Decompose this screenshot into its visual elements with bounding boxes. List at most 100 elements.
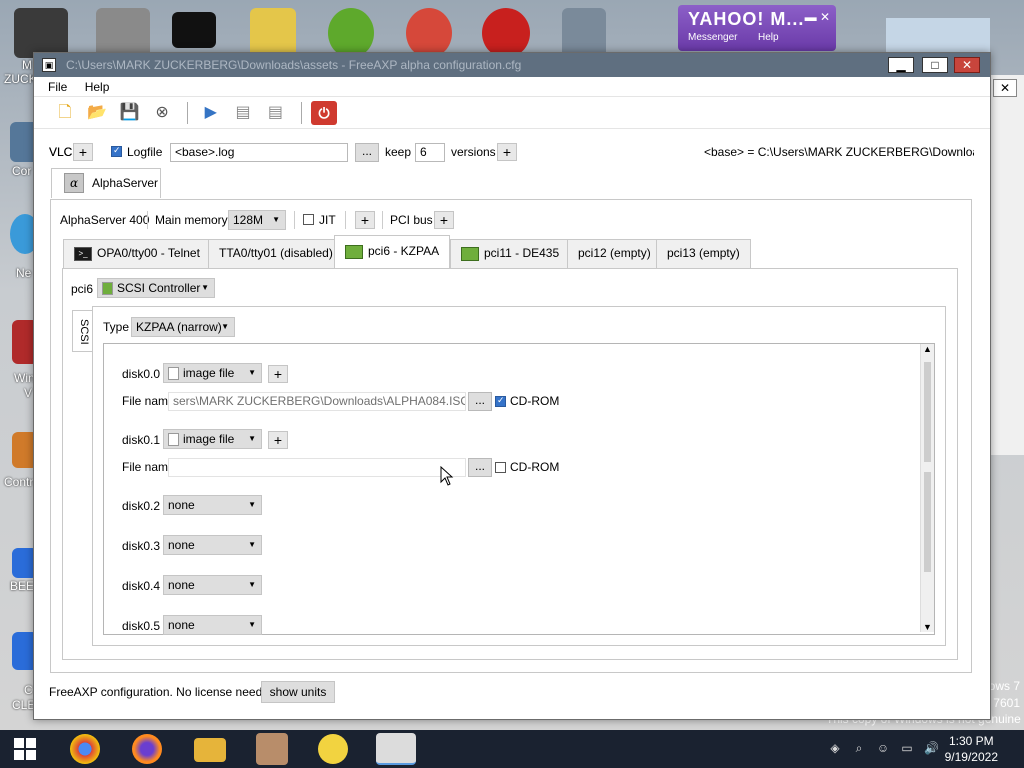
desktop-label: C [24, 683, 33, 697]
yahoo-messenger-widget[interactable]: YAHOO! M... Messenger Help ▬ ✕ [678, 5, 836, 51]
cmd-icon[interactable] [172, 12, 216, 48]
app-icon[interactable] [256, 733, 288, 765]
disk0-1-cdrom-checkbox[interactable] [495, 462, 506, 473]
jit-add-button[interactable]: + [355, 211, 375, 229]
disk0-1-browse-button[interactable]: ... [468, 458, 492, 477]
action-center-icon[interactable]: ▭ [900, 741, 914, 755]
chevron-down-icon: ▼ [248, 368, 256, 377]
logfile-input[interactable]: <base>.log [170, 143, 348, 162]
computer-icon[interactable] [562, 8, 606, 58]
background-window[interactable]: ✕ [990, 75, 1024, 455]
firefox-icon[interactable] [132, 734, 162, 764]
disk0-0-cdrom-checkbox[interactable] [495, 395, 506, 407]
desktop-shortcut-icon[interactable] [14, 8, 68, 58]
disk0-5-type-select[interactable]: none ▼ [163, 615, 262, 635]
close-button[interactable]: ✕ [954, 57, 980, 73]
memory-value: 128M [233, 213, 264, 227]
jit-checkbox[interactable] [303, 214, 314, 225]
show-units-button[interactable]: show units [261, 681, 335, 703]
freeaxp-task-icon[interactable] [376, 733, 416, 765]
status-text: FreeAXP configuration. No license needed… [49, 685, 279, 699]
desktop-label: BEE [10, 579, 35, 593]
disk-type-value: none [168, 538, 195, 552]
scroll-down-icon[interactable]: ▼ [923, 622, 932, 632]
network-tray-icon[interactable]: ◈ [828, 741, 842, 755]
disk-type-value: image file [183, 432, 235, 446]
disk-label: disk0.3 [122, 539, 161, 553]
disk-type-value: none [168, 498, 195, 512]
tab-pci11[interactable]: pci11 - DE435 [450, 239, 571, 268]
vlc-add-button[interactable]: + [73, 143, 93, 161]
tab-tta0[interactable]: TTA0/tty01 (disabled) [208, 239, 344, 268]
search-icon[interactable]: ⌕ [852, 741, 866, 755]
file-icon [168, 367, 179, 381]
tab-scsi-label: SCSI [78, 319, 90, 345]
file-explorer-icon[interactable] [194, 738, 226, 762]
desktop-label: M [22, 58, 32, 72]
disk0-2-type-select[interactable]: none ▼ [163, 495, 262, 515]
chat-tray-icon[interactable]: ☺ [876, 741, 890, 755]
desktop-shortcut-icon[interactable] [96, 8, 150, 58]
volume-icon[interactable]: 🔊 [924, 741, 939, 755]
disk-list-scrollbar[interactable]: ▲ ▼ [920, 344, 934, 632]
disk0-0-file-input[interactable]: sers\MARK ZUCKERBERG\Downloads\ALPHA084.… [168, 392, 466, 411]
tab-pci12[interactable]: pci12 (empty) [567, 239, 662, 268]
angry-birds-icon[interactable] [328, 8, 374, 58]
chevron-down-icon: ▼ [248, 580, 256, 589]
scsi-type-value: KZPAA (narrow) [136, 320, 222, 334]
keep-versions-input[interactable]: 6 [415, 143, 445, 162]
scrollbar-track[interactable] [924, 472, 931, 572]
pci-bus-add-button[interactable]: + [434, 211, 454, 229]
chevron-down-icon: ▼ [248, 500, 256, 509]
yahoo-messenger-icon[interactable] [318, 734, 348, 764]
scsi-type-select[interactable]: KZPAA (narrow) ▼ [131, 317, 235, 337]
tab-alphaserver[interactable]: α AlphaServer [51, 168, 161, 198]
clock[interactable]: 1:30 PM 9/19/2022 [945, 733, 998, 765]
date-label: 9/19/2022 [944, 750, 998, 764]
server-model: AlphaServer 400 [60, 213, 150, 227]
yahoo-messenger-label[interactable]: Messenger [688, 32, 737, 43]
base-path-info: <base> = C:\Users\MARK ZUCKERBERG\Downlo… [704, 145, 974, 159]
tab-opa0[interactable]: >_ OPA0/tty00 - Telnet [63, 239, 211, 268]
memory-select[interactable]: 128M ▼ [228, 210, 286, 230]
controller-select[interactable]: SCSI Controller ▼ [97, 278, 215, 298]
disk0-0-add-button[interactable]: + [268, 365, 288, 383]
tab-scsi[interactable]: SCSI [72, 310, 92, 352]
disk0-3-type-select[interactable]: none ▼ [163, 535, 262, 555]
scroll-up-icon[interactable]: ▲ [923, 344, 932, 354]
minimize-button[interactable]: ▁ [888, 57, 914, 73]
memory-label: Main memory: [155, 213, 232, 227]
divider [382, 211, 383, 229]
disk-label: disk0.0 [122, 367, 161, 381]
yahoo-window-controls[interactable]: ▬ ✕ [805, 10, 830, 24]
versions-add-button[interactable]: + [497, 143, 517, 161]
tab-tta0-label: TTA0/tty01 (disabled) [219, 246, 333, 260]
yahoo-help-link[interactable]: Help [758, 32, 779, 43]
close-icon[interactable]: ✕ [993, 79, 1017, 97]
desktop-label: Win [14, 371, 35, 385]
p-icon[interactable] [406, 8, 452, 58]
devcpp-icon[interactable] [482, 8, 530, 58]
disk0-1-add-button[interactable]: + [268, 431, 288, 449]
file-icon [168, 433, 179, 447]
scrollbar-thumb[interactable] [924, 362, 931, 462]
alpha-icon: α [64, 173, 84, 193]
disk0-0-browse-button[interactable]: ... [468, 392, 492, 411]
maximize-button[interactable]: □ [922, 57, 948, 73]
disk0-0-type-select[interactable]: image file ▼ [163, 363, 262, 383]
disk-label: disk0.5 [122, 619, 161, 633]
divider [147, 211, 148, 229]
chrome-icon[interactable] [70, 734, 100, 764]
user-photo-icon[interactable] [886, 18, 990, 52]
desktop-shortcut-icon[interactable] [250, 8, 296, 58]
start-button[interactable] [14, 738, 36, 760]
disk0-1-type-select[interactable]: image file ▼ [163, 429, 262, 449]
logfile-browse-button[interactable]: ... [355, 143, 379, 162]
disk-type-value: image file [183, 366, 235, 380]
disk0-4-type-select[interactable]: none ▼ [163, 575, 262, 595]
title-bar[interactable]: ▣ C:\Users\MARK ZUCKERBERG\Downloads\ass… [34, 53, 990, 77]
tab-pci13[interactable]: pci13 (empty) [656, 239, 751, 268]
disk0-1-file-input[interactable] [168, 458, 466, 477]
tab-pci6[interactable]: pci6 - KZPAA [334, 235, 451, 268]
logfile-checkbox[interactable] [111, 145, 122, 157]
